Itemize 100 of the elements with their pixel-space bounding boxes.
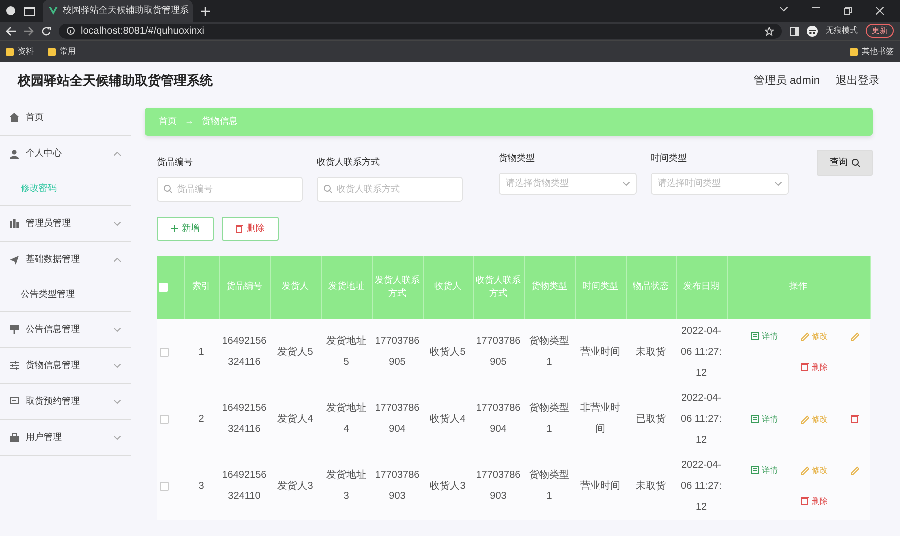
detail-link[interactable]: 详情 [751, 326, 801, 347]
tab-title: 校园驿站全天候辅助取货管理系 [63, 4, 189, 18]
delete-button[interactable]: 删除 [222, 216, 279, 240]
reload-icon[interactable] [42, 26, 51, 36]
table-cell-text: 货物类型1 [528, 468, 570, 504]
field-label: 收货人联系方式 [317, 156, 381, 169]
minimize-icon[interactable] [812, 7, 820, 9]
submenu-item[interactable]: 公告类型管理 [0, 278, 131, 311]
table-cell-text: 收货人3 [429, 480, 467, 494]
chevron-up-icon [114, 152, 121, 156]
user-icon [10, 150, 19, 158]
search-field[interactable]: 收货人联系方式 [317, 176, 463, 202]
search-icon [852, 159, 860, 167]
address-bar[interactable]: localhost:8081/#/quhuoxinxi [59, 24, 782, 38]
pencil-icon [801, 466, 809, 475]
select-all-checkbox[interactable] [159, 282, 168, 292]
submenu-item[interactable]: 修改密码 [0, 172, 131, 205]
browser-tab[interactable]: 校园驿站全天候辅助取货管理系 [43, 0, 193, 22]
row-checkbox[interactable] [160, 414, 169, 424]
pencil-icon [801, 414, 809, 424]
new-tab-icon[interactable] [201, 6, 210, 16]
document-icon [751, 332, 759, 341]
sidebar-item[interactable]: 个人中心 [0, 136, 131, 172]
forward-icon[interactable] [24, 26, 34, 36]
sidebar-icon[interactable] [790, 26, 799, 36]
table-cell-text: 未取货 [635, 346, 667, 360]
edit-link[interactable]: 修改 [801, 326, 851, 347]
sidebar-item[interactable]: 首页 [0, 100, 131, 136]
table-cell-text: 发货地址5 [326, 334, 368, 370]
sidebar-item[interactable]: 用户管理 [0, 420, 131, 456]
document-icon [751, 414, 759, 424]
detail-link[interactable]: 详情 [751, 460, 801, 481]
bar-chart-icon [10, 219, 19, 228]
table-cell-text: 营业时间 [580, 480, 622, 494]
bookmark-link[interactable]: 资料 [18, 46, 34, 58]
edit-link[interactable]: 修改 [801, 460, 851, 481]
chevron-down-icon [775, 182, 782, 186]
table-cell-text: 未取货 [635, 480, 667, 494]
row-checkbox[interactable] [160, 348, 169, 356]
briefcase-icon [10, 433, 19, 442]
table-cell-text: 收货人5 [429, 346, 467, 360]
select-field[interactable]: 请选择时间类型 [651, 172, 789, 194]
field-label: 时间类型 [651, 152, 688, 165]
table-cell-text: 17703786903 [375, 469, 420, 504]
sidebar-item[interactable]: 取货预约管理 [0, 384, 131, 420]
delete-link[interactable]: 删除 [801, 491, 851, 512]
table-cell-text: 发货地址4 [326, 402, 368, 437]
table-cell-text: 营业时间 [580, 346, 622, 360]
info-icon [67, 27, 75, 35]
table-cell-text: 16492156324116 [222, 402, 267, 437]
field-label: 货品编号 [157, 156, 194, 169]
folder-icon [850, 48, 858, 56]
sidebar-item[interactable]: 公告信息管理 [0, 312, 131, 348]
table-cell-text: 发货人5 [276, 346, 314, 360]
sliders-icon [10, 361, 19, 370]
document-icon [751, 466, 759, 475]
plus-icon [171, 225, 178, 232]
logout-link[interactable]: 退出登录 [836, 72, 880, 90]
search-button[interactable]: 查询 [817, 150, 873, 176]
message-icon [10, 397, 19, 406]
search-icon [324, 184, 332, 192]
table-cell-text: 17703786903 [476, 469, 521, 504]
table-cell-text: 收货人4 [429, 412, 467, 426]
chevron-down-icon[interactable] [780, 7, 788, 12]
bookmark-link[interactable]: 常用 [60, 46, 76, 58]
chevron-down-icon [114, 328, 121, 332]
window-icon [24, 6, 35, 16]
table-cell-text: 17703786904 [375, 402, 420, 437]
sidebar-item[interactable]: 基础数据管理 [0, 242, 131, 278]
chevron-down-icon [114, 400, 121, 404]
trash-icon[interactable] [851, 414, 859, 424]
incognito-icon [807, 26, 818, 36]
chevron-down-icon [114, 364, 121, 368]
delete-link[interactable]: 删除 [801, 357, 851, 378]
restore-icon[interactable] [844, 7, 852, 15]
search-icon [164, 184, 172, 192]
bookmark-link[interactable]: 其他书签 [862, 46, 894, 58]
table-cell-text: 17703786905 [375, 335, 420, 370]
row-checkbox[interactable] [160, 482, 169, 490]
folder-icon [48, 48, 56, 56]
edit-link[interactable]: 修改 [801, 408, 851, 430]
select-field[interactable]: 请选择货物类型 [499, 172, 637, 194]
star-icon[interactable] [765, 26, 774, 36]
table-cell-text: 发货人3 [276, 480, 314, 494]
table-cell-text: 非营业时间 [580, 402, 622, 437]
chevron-up-icon [114, 258, 121, 262]
trash-icon [801, 497, 809, 506]
back-icon[interactable] [6, 26, 16, 36]
table-cell-text: 17703786904 [476, 402, 521, 437]
close-icon[interactable] [876, 7, 884, 15]
update-button[interactable]: 更新 [866, 24, 894, 38]
search-field[interactable]: 货品编号 [157, 176, 303, 202]
add-button[interactable]: 新增 [157, 216, 214, 240]
detail-link[interactable]: 详情 [751, 408, 801, 430]
paper-plane-icon [10, 256, 19, 264]
v-logo-icon [49, 7, 58, 15]
table-cell-text: 16492156324110 [222, 469, 267, 504]
chevron-down-icon [114, 436, 121, 440]
sidebar-item[interactable]: 管理员管理 [0, 206, 131, 242]
sidebar-item[interactable]: 货物信息管理 [0, 348, 131, 384]
